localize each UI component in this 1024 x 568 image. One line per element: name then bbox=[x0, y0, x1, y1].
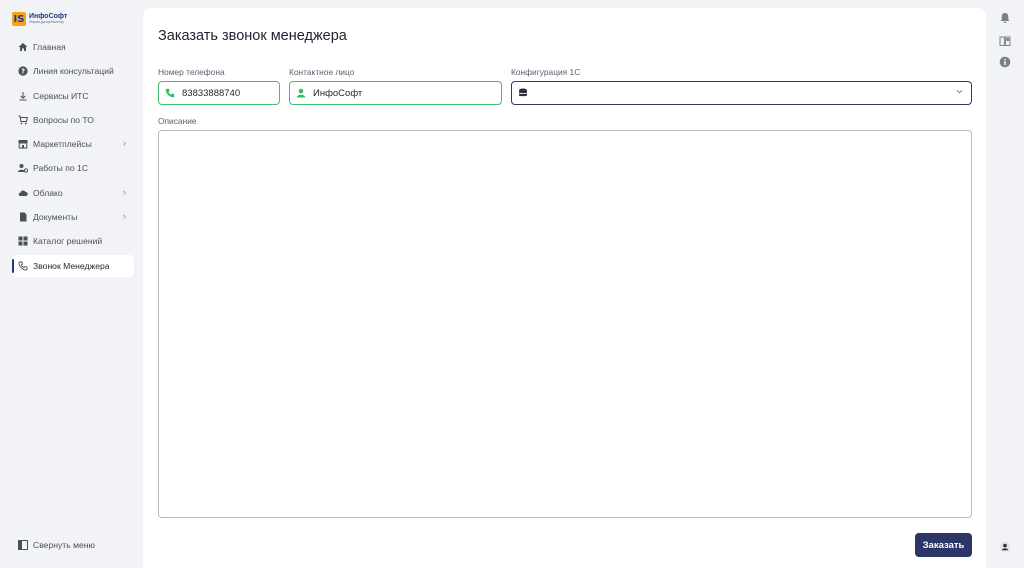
document-icon bbox=[18, 212, 28, 222]
svg-text:?: ? bbox=[21, 68, 25, 76]
sidebar-item-marketplaces[interactable]: Маркетплейсы › bbox=[12, 133, 134, 155]
logo-mark-icon: IS bbox=[12, 12, 26, 26]
cart-icon bbox=[18, 115, 28, 125]
download-icon bbox=[18, 91, 28, 101]
sidebar-item-documents[interactable]: Документы › bbox=[12, 206, 134, 228]
sidebar-item-its-services[interactable]: Сервисы ИТС bbox=[12, 85, 134, 107]
sidebar-item-label: Работы по 1С bbox=[33, 163, 89, 174]
chevron-down-icon bbox=[956, 89, 963, 94]
help-circle-icon: ? bbox=[18, 66, 28, 76]
sidebar-item-label: Линия консультаций bbox=[33, 66, 114, 77]
chevron-right-icon: › bbox=[123, 186, 126, 197]
phone-input[interactable] bbox=[182, 87, 279, 99]
sidebar-toggle-icon bbox=[18, 540, 28, 550]
book-icon[interactable] bbox=[999, 35, 1011, 47]
info-icon[interactable] bbox=[999, 56, 1011, 68]
sidebar-nav: Главная ? Линия консультаций Сервисы ИТС… bbox=[12, 36, 134, 279]
user-icon[interactable] bbox=[999, 541, 1011, 553]
phone-field[interactable] bbox=[158, 81, 280, 105]
sidebar-item-to-questions[interactable]: Вопросы по ТО bbox=[12, 109, 134, 131]
phone-icon bbox=[18, 261, 28, 271]
sidebar-item-label: Облако bbox=[33, 187, 63, 198]
contact-label: Контактное лицо bbox=[289, 67, 355, 77]
sidebar-item-label: Сервисы ИТС bbox=[33, 90, 89, 101]
config-label: Конфигурация 1С bbox=[511, 67, 581, 77]
sidebar-item-manager-call[interactable]: Звонок Менеджера bbox=[12, 254, 134, 277]
brand-tagline: Фирма-дистрибьютор bbox=[29, 20, 65, 25]
collapse-menu-label: Свернуть меню bbox=[33, 540, 95, 550]
config-select[interactable] bbox=[511, 81, 972, 105]
sidebar-item-1c-works[interactable]: Работы по 1С bbox=[12, 157, 134, 179]
brand-logo[interactable]: IS ИнфоСофт Фирма-дистрибьютор bbox=[12, 12, 67, 26]
cloud-icon bbox=[18, 188, 28, 198]
sidebar-item-label: Вопросы по ТО bbox=[33, 114, 94, 125]
user-icon bbox=[296, 88, 306, 98]
sidebar-item-solutions-catalog[interactable]: Каталог решений bbox=[12, 230, 134, 252]
sidebar: IS ИнфоСофт Фирма-дистрибьютор Главная ?… bbox=[0, 0, 143, 568]
sidebar-item-label: Звонок Менеджера bbox=[33, 260, 110, 271]
bell-icon[interactable] bbox=[999, 12, 1011, 24]
sidebar-item-label: Маркетплейсы bbox=[33, 139, 92, 150]
contact-input[interactable] bbox=[313, 87, 501, 99]
page-title: Заказать звонок менеджера bbox=[158, 28, 347, 44]
phone-label: Номер телефона bbox=[158, 67, 225, 77]
chevron-right-icon: › bbox=[123, 138, 126, 149]
main-panel: Заказать звонок менеджера Номер телефона… bbox=[143, 8, 986, 568]
grid-icon bbox=[18, 236, 28, 246]
sidebar-item-home[interactable]: Главная bbox=[12, 36, 134, 58]
brand-name: ИнфоСофт bbox=[29, 13, 68, 21]
sidebar-item-label: Документы bbox=[33, 212, 78, 223]
sidebar-item-consult-line[interactable]: ? Линия консультаций bbox=[12, 60, 134, 82]
submit-button[interactable]: Заказать bbox=[915, 533, 972, 557]
phone-icon bbox=[165, 88, 175, 98]
contact-field[interactable] bbox=[289, 81, 502, 105]
description-label: Описание bbox=[158, 116, 197, 126]
sidebar-item-label: Главная bbox=[33, 42, 66, 52]
sidebar-item-label: Каталог решений bbox=[33, 236, 103, 247]
sidebar-item-cloud[interactable]: Облако › bbox=[12, 182, 134, 204]
store-icon bbox=[18, 139, 28, 149]
database-icon bbox=[519, 88, 527, 97]
description-textarea[interactable] bbox=[158, 130, 972, 518]
home-icon bbox=[18, 42, 28, 52]
chevron-right-icon: › bbox=[123, 211, 126, 222]
user-gear-icon bbox=[18, 163, 28, 174]
collapse-menu-button[interactable]: Свернуть меню bbox=[18, 540, 95, 550]
right-rail bbox=[986, 0, 1024, 568]
